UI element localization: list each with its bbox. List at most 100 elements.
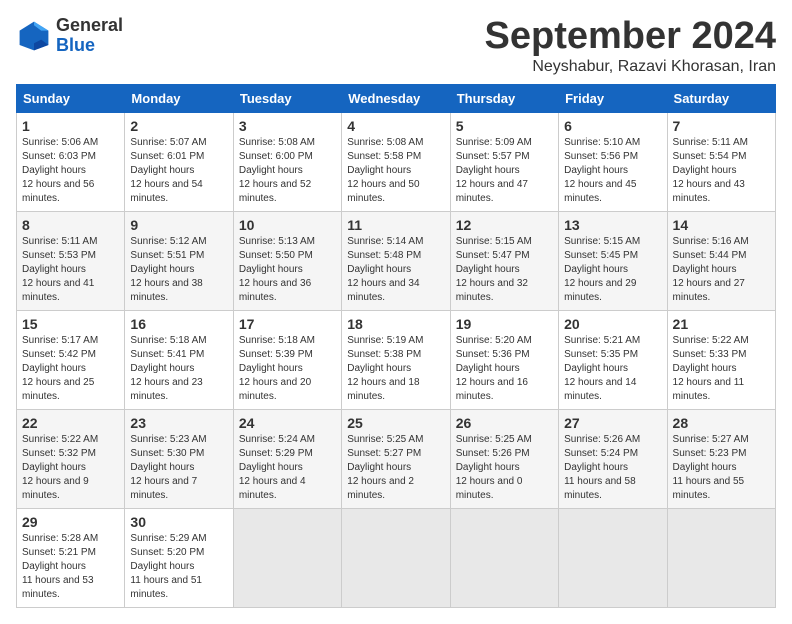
day-info: Sunrise: 5:08 AM Sunset: 5:58 PM Dayligh… <box>347 136 444 206</box>
day-number: 16 <box>130 316 227 332</box>
day-number: 12 <box>456 217 553 233</box>
day-info: Sunrise: 5:21 AM Sunset: 5:35 PM Dayligh… <box>564 334 661 404</box>
logo-icon <box>16 18 52 54</box>
day-cell <box>233 508 341 607</box>
day-number: 14 <box>673 217 770 233</box>
day-info: Sunrise: 5:12 AM Sunset: 5:51 PM Dayligh… <box>130 235 227 305</box>
week-row-4: 22 Sunrise: 5:22 AM Sunset: 5:32 PM Dayl… <box>17 409 776 508</box>
day-number: 27 <box>564 415 661 431</box>
day-number: 18 <box>347 316 444 332</box>
day-cell: 28 Sunrise: 5:27 AM Sunset: 5:23 PM Dayl… <box>667 409 775 508</box>
day-info: Sunrise: 5:10 AM Sunset: 5:56 PM Dayligh… <box>564 136 661 206</box>
day-number: 20 <box>564 316 661 332</box>
logo: General Blue <box>16 16 123 56</box>
page-header: General Blue September 2024 Neyshabur, R… <box>16 16 776 76</box>
day-info: Sunrise: 5:18 AM Sunset: 5:41 PM Dayligh… <box>130 334 227 404</box>
header-cell-sunday: Sunday <box>17 84 125 112</box>
day-cell: 7 Sunrise: 5:11 AM Sunset: 5:54 PM Dayli… <box>667 112 775 211</box>
day-cell: 8 Sunrise: 5:11 AM Sunset: 5:53 PM Dayli… <box>17 211 125 310</box>
day-number: 17 <box>239 316 336 332</box>
header-cell-friday: Friday <box>559 84 667 112</box>
day-info: Sunrise: 5:14 AM Sunset: 5:48 PM Dayligh… <box>347 235 444 305</box>
day-cell: 11 Sunrise: 5:14 AM Sunset: 5:48 PM Dayl… <box>342 211 450 310</box>
day-cell: 13 Sunrise: 5:15 AM Sunset: 5:45 PM Dayl… <box>559 211 667 310</box>
week-row-2: 8 Sunrise: 5:11 AM Sunset: 5:53 PM Dayli… <box>17 211 776 310</box>
day-cell: 26 Sunrise: 5:25 AM Sunset: 5:26 PM Dayl… <box>450 409 558 508</box>
day-info: Sunrise: 5:06 AM Sunset: 6:03 PM Dayligh… <box>22 136 119 206</box>
logo-general-text: General <box>56 16 123 36</box>
day-info: Sunrise: 5:09 AM Sunset: 5:57 PM Dayligh… <box>456 136 553 206</box>
day-cell: 22 Sunrise: 5:22 AM Sunset: 5:32 PM Dayl… <box>17 409 125 508</box>
week-row-5: 29 Sunrise: 5:28 AM Sunset: 5:21 PM Dayl… <box>17 508 776 607</box>
day-number: 7 <box>673 118 770 134</box>
day-cell: 6 Sunrise: 5:10 AM Sunset: 5:56 PM Dayli… <box>559 112 667 211</box>
day-number: 22 <box>22 415 119 431</box>
day-cell: 2 Sunrise: 5:07 AM Sunset: 6:01 PM Dayli… <box>125 112 233 211</box>
title-area: September 2024 Neyshabur, Razavi Khorasa… <box>485 16 777 76</box>
day-info: Sunrise: 5:22 AM Sunset: 5:33 PM Dayligh… <box>673 334 770 404</box>
day-cell: 18 Sunrise: 5:19 AM Sunset: 5:38 PM Dayl… <box>342 310 450 409</box>
day-cell: 20 Sunrise: 5:21 AM Sunset: 5:35 PM Dayl… <box>559 310 667 409</box>
day-info: Sunrise: 5:22 AM Sunset: 5:32 PM Dayligh… <box>22 433 119 503</box>
day-info: Sunrise: 5:28 AM Sunset: 5:21 PM Dayligh… <box>22 532 119 602</box>
day-cell <box>667 508 775 607</box>
day-cell: 14 Sunrise: 5:16 AM Sunset: 5:44 PM Dayl… <box>667 211 775 310</box>
day-number: 8 <box>22 217 119 233</box>
day-cell: 16 Sunrise: 5:18 AM Sunset: 5:41 PM Dayl… <box>125 310 233 409</box>
day-info: Sunrise: 5:24 AM Sunset: 5:29 PM Dayligh… <box>239 433 336 503</box>
day-cell <box>450 508 558 607</box>
day-number: 24 <box>239 415 336 431</box>
day-cell: 5 Sunrise: 5:09 AM Sunset: 5:57 PM Dayli… <box>450 112 558 211</box>
day-cell: 21 Sunrise: 5:22 AM Sunset: 5:33 PM Dayl… <box>667 310 775 409</box>
day-cell: 29 Sunrise: 5:28 AM Sunset: 5:21 PM Dayl… <box>17 508 125 607</box>
day-cell: 23 Sunrise: 5:23 AM Sunset: 5:30 PM Dayl… <box>125 409 233 508</box>
day-number: 29 <box>22 514 119 530</box>
logo-blue-text: Blue <box>56 36 123 56</box>
day-number: 3 <box>239 118 336 134</box>
day-cell: 3 Sunrise: 5:08 AM Sunset: 6:00 PM Dayli… <box>233 112 341 211</box>
day-info: Sunrise: 5:25 AM Sunset: 5:26 PM Dayligh… <box>456 433 553 503</box>
day-number: 2 <box>130 118 227 134</box>
day-cell: 9 Sunrise: 5:12 AM Sunset: 5:51 PM Dayli… <box>125 211 233 310</box>
day-info: Sunrise: 5:25 AM Sunset: 5:27 PM Dayligh… <box>347 433 444 503</box>
day-cell: 27 Sunrise: 5:26 AM Sunset: 5:24 PM Dayl… <box>559 409 667 508</box>
day-info: Sunrise: 5:16 AM Sunset: 5:44 PM Dayligh… <box>673 235 770 305</box>
day-number: 11 <box>347 217 444 233</box>
day-number: 4 <box>347 118 444 134</box>
day-cell <box>559 508 667 607</box>
day-number: 19 <box>456 316 553 332</box>
day-info: Sunrise: 5:11 AM Sunset: 5:54 PM Dayligh… <box>673 136 770 206</box>
location-title: Neyshabur, Razavi Khorasan, Iran <box>485 58 777 76</box>
day-cell: 10 Sunrise: 5:13 AM Sunset: 5:50 PM Dayl… <box>233 211 341 310</box>
header-cell-monday: Monday <box>125 84 233 112</box>
day-info: Sunrise: 5:20 AM Sunset: 5:36 PM Dayligh… <box>456 334 553 404</box>
logo-text: General Blue <box>56 16 123 56</box>
day-number: 15 <box>22 316 119 332</box>
day-cell: 4 Sunrise: 5:08 AM Sunset: 5:58 PM Dayli… <box>342 112 450 211</box>
day-info: Sunrise: 5:23 AM Sunset: 5:30 PM Dayligh… <box>130 433 227 503</box>
day-number: 6 <box>564 118 661 134</box>
day-number: 21 <box>673 316 770 332</box>
day-info: Sunrise: 5:19 AM Sunset: 5:38 PM Dayligh… <box>347 334 444 404</box>
day-number: 30 <box>130 514 227 530</box>
day-info: Sunrise: 5:18 AM Sunset: 5:39 PM Dayligh… <box>239 334 336 404</box>
day-number: 13 <box>564 217 661 233</box>
header-cell-thursday: Thursday <box>450 84 558 112</box>
week-row-1: 1 Sunrise: 5:06 AM Sunset: 6:03 PM Dayli… <box>17 112 776 211</box>
day-info: Sunrise: 5:27 AM Sunset: 5:23 PM Dayligh… <box>673 433 770 503</box>
day-number: 9 <box>130 217 227 233</box>
header-cell-tuesday: Tuesday <box>233 84 341 112</box>
day-cell: 12 Sunrise: 5:15 AM Sunset: 5:47 PM Dayl… <box>450 211 558 310</box>
day-cell: 25 Sunrise: 5:25 AM Sunset: 5:27 PM Dayl… <box>342 409 450 508</box>
header-row: SundayMondayTuesdayWednesdayThursdayFrid… <box>17 84 776 112</box>
day-info: Sunrise: 5:13 AM Sunset: 5:50 PM Dayligh… <box>239 235 336 305</box>
day-number: 5 <box>456 118 553 134</box>
day-cell: 24 Sunrise: 5:24 AM Sunset: 5:29 PM Dayl… <box>233 409 341 508</box>
day-cell: 15 Sunrise: 5:17 AM Sunset: 5:42 PM Dayl… <box>17 310 125 409</box>
day-info: Sunrise: 5:11 AM Sunset: 5:53 PM Dayligh… <box>22 235 119 305</box>
day-number: 23 <box>130 415 227 431</box>
day-number: 26 <box>456 415 553 431</box>
header-cell-saturday: Saturday <box>667 84 775 112</box>
day-info: Sunrise: 5:08 AM Sunset: 6:00 PM Dayligh… <box>239 136 336 206</box>
day-cell: 1 Sunrise: 5:06 AM Sunset: 6:03 PM Dayli… <box>17 112 125 211</box>
